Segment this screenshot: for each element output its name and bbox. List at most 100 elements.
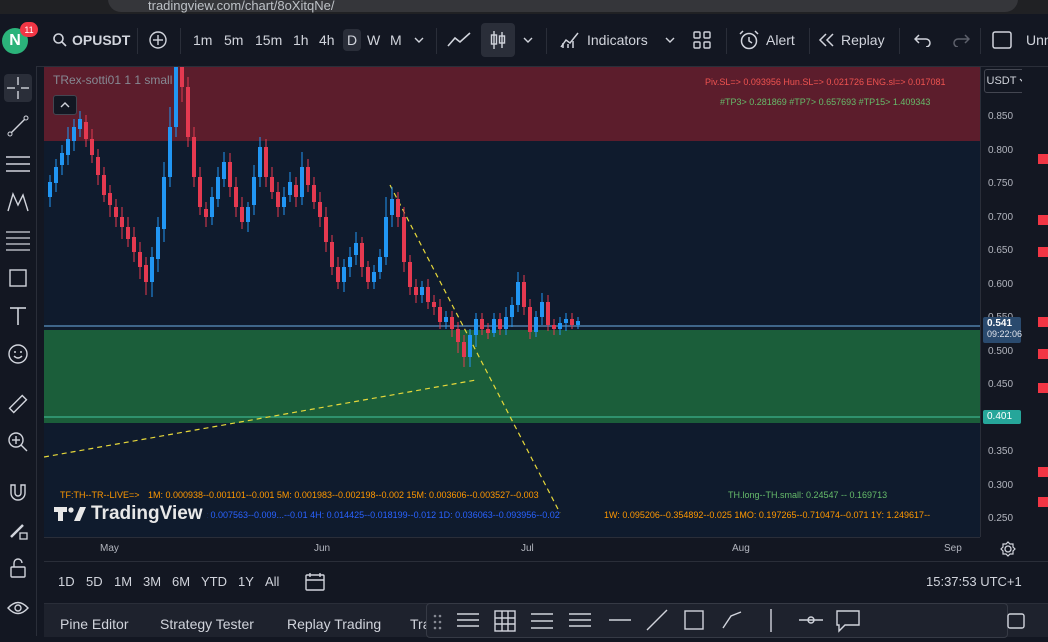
candle-body	[360, 243, 364, 267]
candlestick-chart[interactable]	[44, 67, 980, 537]
candle-body	[108, 193, 112, 205]
measure-tool[interactable]	[4, 390, 32, 418]
chart-type-line-button[interactable]	[447, 14, 471, 66]
timeframe-5m[interactable]: 5m	[224, 14, 243, 66]
range-1m[interactable]: 1M	[114, 574, 132, 589]
lock-drawings-tool[interactable]	[4, 554, 32, 582]
shapes-tool[interactable]	[4, 264, 32, 292]
chart-type-dropdown[interactable]	[523, 14, 533, 66]
indicator-legend-title[interactable]: TRex-sotti01 1 1 small	[53, 73, 172, 87]
time-axis[interactable]: May Jun Jul Aug Sep	[44, 537, 980, 562]
candle-body	[306, 167, 310, 185]
candle-body	[240, 207, 244, 222]
range-5d[interactable]: 5D	[86, 574, 103, 589]
undo-button[interactable]	[914, 14, 932, 66]
timeframe-15m[interactable]: 15m	[255, 14, 282, 66]
candle-body	[294, 185, 298, 197]
candle-body	[408, 262, 412, 287]
maximize-icon	[1007, 613, 1025, 629]
indicators-dropdown[interactable]	[665, 14, 675, 66]
lock-icon	[10, 558, 26, 578]
pattern-tool[interactable]	[4, 188, 32, 216]
symbol-name: OPUSDT	[72, 32, 131, 48]
candle-body	[84, 122, 88, 139]
hide-drawings-tool[interactable]	[4, 594, 32, 622]
indicators-icon	[560, 32, 579, 48]
crosshair-tool[interactable]	[4, 74, 32, 102]
line-chart-icon	[447, 32, 471, 47]
candle-body	[468, 335, 472, 357]
timeframe-1h[interactable]: 1h	[293, 14, 309, 66]
price-axis[interactable]: 0.8500.8000.7500.7000.6500.6000.5500.500…	[980, 67, 1023, 537]
candle-body	[102, 175, 106, 195]
trend-line-icon	[7, 115, 29, 137]
timeframe-4h[interactable]: 4h	[319, 14, 335, 66]
tradingview-logo-icon	[54, 507, 86, 521]
range-1y[interactable]: 1Y	[238, 574, 254, 589]
icons-tool[interactable]	[4, 340, 32, 368]
range-6m[interactable]: 6M	[172, 574, 190, 589]
timeframe-m[interactable]: M	[390, 14, 402, 66]
tab-replay-trading[interactable]: Replay Trading	[287, 616, 381, 632]
range-3m[interactable]: 3M	[143, 574, 161, 589]
floating-toolbar-icons	[433, 609, 860, 633]
timeframe-w[interactable]: W	[367, 14, 380, 66]
candle-body	[132, 237, 136, 252]
candle-body	[498, 319, 502, 329]
address-bar[interactable]: tradingview.com/chart/8oXitqNe/	[108, 0, 1018, 13]
candle-body	[228, 162, 232, 187]
candle-body	[222, 162, 226, 179]
go-to-date-button[interactable]	[304, 572, 326, 597]
timeframe-1m[interactable]: 1m	[193, 14, 212, 66]
candle-body	[456, 329, 460, 342]
magnet-tool[interactable]	[4, 478, 32, 506]
price-marker	[1038, 497, 1048, 507]
redo-button[interactable]	[952, 14, 970, 66]
candle-body	[510, 305, 514, 317]
maximize-panel-button[interactable]	[1006, 612, 1026, 635]
indicators-button[interactable]: Indicators	[560, 14, 648, 66]
range-all[interactable]: All	[265, 574, 279, 589]
candle-body	[246, 207, 250, 222]
range-ytd[interactable]: YTD	[201, 574, 227, 589]
zoom-in-icon	[8, 432, 28, 452]
candle-body	[546, 302, 550, 325]
candle-body	[402, 217, 406, 262]
current-price-label: 0.541 09:22:06	[983, 317, 1022, 343]
right-widget-strip	[1022, 67, 1048, 537]
compare-button[interactable]	[148, 14, 168, 66]
alert-button[interactable]: Alert	[738, 14, 795, 66]
trend-line-tool[interactable]	[4, 112, 32, 140]
chart-settings-button[interactable]	[998, 540, 1018, 558]
candle-body	[486, 329, 490, 333]
candle-body	[114, 207, 118, 217]
text-tool[interactable]	[4, 302, 32, 330]
candle-body	[288, 182, 292, 195]
timeframe-dropdown[interactable]	[414, 14, 424, 66]
zoom-tool[interactable]	[4, 428, 32, 456]
chart-type-candles-button[interactable]	[481, 14, 515, 66]
candle-body	[276, 192, 280, 207]
fib-tool[interactable]	[4, 226, 32, 254]
fullscreen-button[interactable]	[992, 14, 1012, 66]
tab-pine-editor[interactable]: Pine Editor	[60, 616, 128, 632]
symbol-search-button[interactable]: OPUSDT	[52, 14, 130, 66]
floating-drawing-toolbar[interactable]	[426, 603, 1008, 638]
range-1d[interactable]: 1D	[58, 574, 75, 589]
price-tick: 0.300	[988, 479, 1014, 491]
replay-button[interactable]: Replay	[818, 14, 885, 66]
layout-name-button[interactable]: Unn	[1026, 14, 1048, 66]
chart-canvas[interactable]: TRex-sotti01 1 1 small Piv.SL=> 0.093956…	[44, 67, 980, 537]
time-tick-jul: Jul	[521, 543, 534, 554]
fib-retracement-icon	[6, 231, 30, 251]
stay-in-drawing-tool[interactable]	[4, 516, 32, 544]
candle-body	[174, 67, 178, 127]
timeframe-d[interactable]: D	[343, 14, 362, 66]
alert-label: Alert	[766, 32, 795, 48]
templates-button[interactable]	[693, 14, 711, 66]
candle-body	[492, 319, 496, 333]
clock-timezone[interactable]: 15:37:53 UTC+1	[926, 574, 1022, 589]
horizontal-lines-tool[interactable]	[4, 150, 32, 178]
tab-strategy-tester[interactable]: Strategy Tester	[160, 616, 254, 632]
collapse-legend-button[interactable]	[53, 95, 77, 115]
